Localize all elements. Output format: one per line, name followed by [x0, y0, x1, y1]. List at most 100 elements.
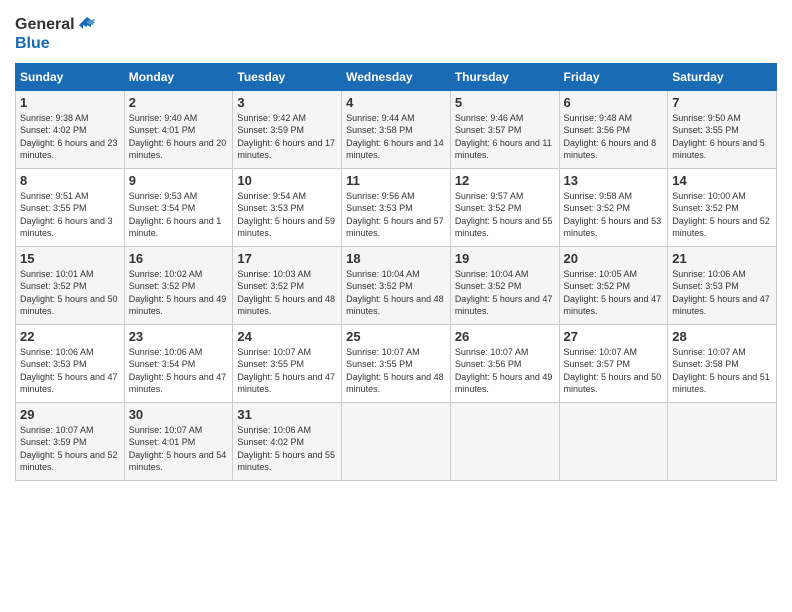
day-info: Sunrise: 9:57 AMSunset: 3:52 PMDaylight:…	[455, 191, 553, 239]
calendar-cell: 27Sunrise: 10:07 AMSunset: 3:57 PMDaylig…	[559, 324, 668, 402]
day-number: 22	[20, 329, 120, 344]
day-info: Sunrise: 10:07 AMSunset: 3:55 PMDaylight…	[346, 347, 444, 395]
day-info: Sunrise: 10:05 AMSunset: 3:52 PMDaylight…	[564, 269, 662, 317]
calendar-cell: 18Sunrise: 10:04 AMSunset: 3:52 PMDaylig…	[342, 246, 451, 324]
calendar-cell: 9 Sunrise: 9:53 AMSunset: 3:54 PMDaylight…	[124, 168, 233, 246]
day-info: Sunrise: 9:42 AMSunset: 3:59 PMDaylight:…	[237, 113, 335, 161]
logo: General Blue	[15, 15, 97, 53]
calendar-cell: 25 Sunrise: 10:07 AMSunset: 3:55 PMDaylig…	[342, 324, 451, 402]
calendar-cell: 11 Sunrise: 9:56 AMSunset: 3:53 PMDayligh…	[342, 168, 451, 246]
calendar-cell: 1Sunrise: 9:38 AMSunset: 4:02 PMDaylight…	[16, 90, 125, 168]
day-number: 28	[672, 329, 772, 344]
logo-blue: Blue	[15, 35, 97, 53]
calendar-cell: 14 Sunrise: 10:00 AMSunset: 3:52 PMDaylig…	[668, 168, 777, 246]
day-number: 23	[129, 329, 229, 344]
calendar-cell: 22Sunrise: 10:06 AMSunset: 3:53 PMDaylig…	[16, 324, 125, 402]
day-number: 8	[20, 173, 120, 188]
day-info: Sunrise: 9:58 AMSunset: 3:52 PMDaylight:…	[564, 191, 662, 239]
day-number: 26	[455, 329, 555, 344]
day-info: Sunrise: 10:01 AMSunset: 3:52 PMDaylight…	[20, 269, 118, 317]
day-info: Sunrise: 9:53 AMSunset: 3:54 PMDaylight:…	[129, 191, 222, 239]
day-info: Sunrise: 10:06 AMSunset: 3:54 PMDaylight…	[129, 347, 227, 395]
calendar-cell: 6 Sunrise: 9:48 AMSunset: 3:56 PMDaylight…	[559, 90, 668, 168]
day-number: 7	[672, 95, 772, 110]
day-info: Sunrise: 10:07 AMSunset: 3:59 PMDaylight…	[20, 425, 118, 473]
calendar-cell: 29 Sunrise: 10:07 AMSunset: 3:59 PMDaylig…	[16, 402, 125, 480]
day-number: 15	[20, 251, 120, 266]
calendar-cell	[668, 402, 777, 480]
day-info: Sunrise: 10:07 AMSunset: 3:58 PMDaylight…	[672, 347, 770, 395]
day-info: Sunrise: 10:00 AMSunset: 3:52 PMDaylight…	[672, 191, 770, 239]
day-number: 4	[346, 95, 446, 110]
calendar-table: SundayMondayTuesdayWednesdayThursdayFrid…	[15, 63, 777, 481]
logo-bird-icon	[77, 15, 97, 35]
day-info: Sunrise: 10:02 AMSunset: 3:52 PMDaylight…	[129, 269, 227, 317]
calendar-row-3: 22Sunrise: 10:06 AMSunset: 3:53 PMDaylig…	[16, 324, 777, 402]
day-number: 16	[129, 251, 229, 266]
day-info: Sunrise: 10:07 AMSunset: 3:57 PMDaylight…	[564, 347, 662, 395]
day-number: 11	[346, 173, 446, 188]
day-info: Sunrise: 10:07 AMSunset: 3:55 PMDaylight…	[237, 347, 335, 395]
logo-general: General	[15, 16, 75, 34]
calendar-cell: 17Sunrise: 10:03 AMSunset: 3:52 PMDaylig…	[233, 246, 342, 324]
day-number: 25	[346, 329, 446, 344]
day-info: Sunrise: 9:56 AMSunset: 3:53 PMDaylight:…	[346, 191, 444, 239]
calendar-row-1: 8 Sunrise: 9:51 AMSunset: 3:55 PMDaylight…	[16, 168, 777, 246]
calendar-cell: 21Sunrise: 10:06 AMSunset: 3:53 PMDaylig…	[668, 246, 777, 324]
day-number: 5	[455, 95, 555, 110]
calendar-cell: 4Sunrise: 9:44 AMSunset: 3:58 PMDaylight…	[342, 90, 451, 168]
day-info: Sunrise: 10:07 AMSunset: 3:56 PMDaylight…	[455, 347, 553, 395]
calendar-cell: 3 Sunrise: 9:42 AMSunset: 3:59 PMDaylight…	[233, 90, 342, 168]
day-info: Sunrise: 9:48 AMSunset: 3:56 PMDaylight:…	[564, 113, 657, 161]
header-row: SundayMondayTuesdayWednesdayThursdayFrid…	[16, 63, 777, 90]
header-cell-sunday: Sunday	[16, 63, 125, 90]
calendar-cell: 2Sunrise: 9:40 AMSunset: 4:01 PMDaylight…	[124, 90, 233, 168]
calendar-row-0: 1Sunrise: 9:38 AMSunset: 4:02 PMDaylight…	[16, 90, 777, 168]
day-info: Sunrise: 10:04 AMSunset: 3:52 PMDaylight…	[346, 269, 444, 317]
logo-text: General Blue	[15, 15, 97, 53]
day-number: 30	[129, 407, 229, 422]
calendar-cell	[450, 402, 559, 480]
day-number: 19	[455, 251, 555, 266]
day-info: Sunrise: 10:04 AMSunset: 3:52 PMDaylight…	[455, 269, 553, 317]
calendar-cell: 20 Sunrise: 10:05 AMSunset: 3:52 PMDaylig…	[559, 246, 668, 324]
calendar-cell: 23 Sunrise: 10:06 AMSunset: 3:54 PMDaylig…	[124, 324, 233, 402]
day-number: 9	[129, 173, 229, 188]
page-container: General Blue SundayMondayTuesdayWednesda…	[0, 0, 792, 491]
calendar-cell: 5 Sunrise: 9:46 AMSunset: 3:57 PMDaylight…	[450, 90, 559, 168]
day-number: 21	[672, 251, 772, 266]
calendar-cell: 28 Sunrise: 10:07 AMSunset: 3:58 PMDaylig…	[668, 324, 777, 402]
header-cell-friday: Friday	[559, 63, 668, 90]
calendar-cell: 10Sunrise: 9:54 AMSunset: 3:53 PMDayligh…	[233, 168, 342, 246]
calendar-row-2: 15 Sunrise: 10:01 AMSunset: 3:52 PMDaylig…	[16, 246, 777, 324]
day-info: Sunrise: 10:06 AMSunset: 4:02 PMDaylight…	[237, 425, 335, 473]
day-number: 3	[237, 95, 337, 110]
calendar-cell: 7 Sunrise: 9:50 AMSunset: 3:55 PMDaylight…	[668, 90, 777, 168]
calendar-cell: 31 Sunrise: 10:06 AMSunset: 4:02 PMDaylig…	[233, 402, 342, 480]
header-cell-wednesday: Wednesday	[342, 63, 451, 90]
calendar-cell	[342, 402, 451, 480]
day-info: Sunrise: 9:51 AMSunset: 3:55 PMDaylight:…	[20, 191, 113, 239]
header-cell-thursday: Thursday	[450, 63, 559, 90]
header: General Blue	[15, 15, 777, 53]
day-number: 17	[237, 251, 337, 266]
calendar-cell: 15 Sunrise: 10:01 AMSunset: 3:52 PMDaylig…	[16, 246, 125, 324]
calendar-cell: 24Sunrise: 10:07 AMSunset: 3:55 PMDaylig…	[233, 324, 342, 402]
calendar-cell: 13 Sunrise: 9:58 AMSunset: 3:52 PMDayligh…	[559, 168, 668, 246]
day-info: Sunrise: 9:40 AMSunset: 4:01 PMDaylight:…	[129, 113, 227, 161]
header-cell-saturday: Saturday	[668, 63, 777, 90]
day-number: 20	[564, 251, 664, 266]
day-number: 13	[564, 173, 664, 188]
day-info: Sunrise: 10:07 AMSunset: 4:01 PMDaylight…	[129, 425, 227, 473]
day-number: 1	[20, 95, 120, 110]
day-number: 31	[237, 407, 337, 422]
day-number: 29	[20, 407, 120, 422]
day-info: Sunrise: 9:50 AMSunset: 3:55 PMDaylight:…	[672, 113, 765, 161]
day-info: Sunrise: 9:46 AMSunset: 3:57 PMDaylight:…	[455, 113, 552, 161]
day-number: 6	[564, 95, 664, 110]
calendar-cell: 12 Sunrise: 9:57 AMSunset: 3:52 PMDayligh…	[450, 168, 559, 246]
day-number: 14	[672, 173, 772, 188]
calendar-cell: 19 Sunrise: 10:04 AMSunset: 3:52 PMDaylig…	[450, 246, 559, 324]
day-number: 12	[455, 173, 555, 188]
header-cell-tuesday: Tuesday	[233, 63, 342, 90]
